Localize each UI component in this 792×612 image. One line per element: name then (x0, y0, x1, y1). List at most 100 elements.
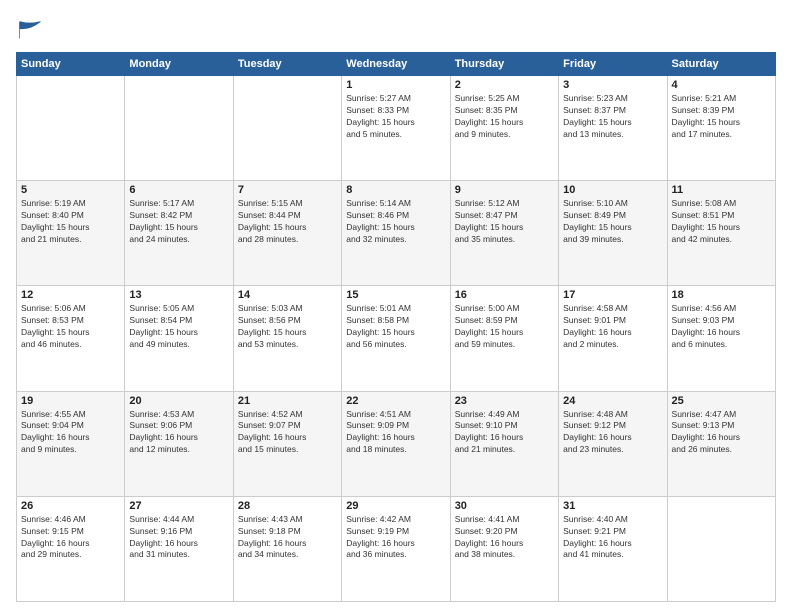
day-info: Sunrise: 5:05 AM Sunset: 8:54 PM Dayligh… (129, 303, 228, 351)
calendar-cell: 12Sunrise: 5:06 AM Sunset: 8:53 PM Dayli… (17, 286, 125, 391)
day-info: Sunrise: 5:25 AM Sunset: 8:35 PM Dayligh… (455, 93, 554, 141)
day-number: 28 (238, 500, 337, 512)
calendar-cell: 3 Sunrise: 5:23 AM Sunset: 8:37 PM Daylig… (559, 76, 667, 181)
calendar-cell (17, 76, 125, 181)
calendar-cell: 17 Sunrise: 4:58 AM Sunset: 9:01 PM Dayli… (559, 286, 667, 391)
calendar-cell: 8 Sunrise: 5:14 AM Sunset: 8:46 PM Daylig… (342, 181, 450, 286)
day-info: Sunrise: 5:23 AM Sunset: 8:37 PM Dayligh… (563, 93, 662, 141)
day-info: Sunrise: 5:27 AM Sunset: 8:33 PM Dayligh… (346, 93, 445, 141)
day-number: 22 (346, 395, 445, 407)
day-info: Sunrise: 5:10 AM Sunset: 8:49 PM Dayligh… (563, 198, 662, 246)
day-number: 10 (563, 184, 662, 196)
day-number: 2 (455, 79, 554, 91)
calendar-header: SundayMondayTuesdayWednesdayThursdayFrid… (17, 53, 776, 76)
day-info: Sunrise: 5:21 AM Sunset: 8:39 PM Dayligh… (672, 93, 771, 141)
calendar-cell: 28 Sunrise: 4:43 AM Sunset: 9:18 PM Dayli… (233, 496, 341, 601)
day-number: 27 (129, 500, 228, 512)
day-number: 7 (238, 184, 337, 196)
calendar-cell: 24Sunrise: 4:48 AM Sunset: 9:12 PM Dayli… (559, 391, 667, 496)
day-number: 31 (563, 500, 662, 512)
calendar-cell: 11 Sunrise: 5:08 AM Sunset: 8:51 PM Dayli… (667, 181, 775, 286)
day-info: Sunrise: 5:01 AM Sunset: 8:58 PM Dayligh… (346, 303, 445, 351)
day-number: 21 (238, 395, 337, 407)
weekday-header-saturday: Saturday (667, 53, 775, 76)
calendar-cell: 7Sunrise: 5:15 AM Sunset: 8:44 PM Daylig… (233, 181, 341, 286)
calendar-cell: 31 Sunrise: 4:40 AM Sunset: 9:21 PM Dayli… (559, 496, 667, 601)
day-info: Sunrise: 4:53 AM Sunset: 9:06 PM Dayligh… (129, 409, 228, 457)
day-number: 15 (346, 289, 445, 301)
calendar-cell: 2 Sunrise: 5:25 AM Sunset: 8:35 PM Daylig… (450, 76, 558, 181)
day-number: 29 (346, 500, 445, 512)
calendar-body: 1 Sunrise: 5:27 AM Sunset: 8:33 PM Daylig… (17, 76, 776, 602)
day-number: 1 (346, 79, 445, 91)
weekday-header-thursday: Thursday (450, 53, 558, 76)
day-info: Sunrise: 5:08 AM Sunset: 8:51 PM Dayligh… (672, 198, 771, 246)
calendar-week-3: 12Sunrise: 5:06 AM Sunset: 8:53 PM Dayli… (17, 286, 776, 391)
calendar-cell: 18 Sunrise: 4:56 AM Sunset: 9:03 PM Dayli… (667, 286, 775, 391)
calendar-cell: 13 Sunrise: 5:05 AM Sunset: 8:54 PM Dayli… (125, 286, 233, 391)
header (16, 16, 776, 44)
calendar-cell: 22 Sunrise: 4:51 AM Sunset: 9:09 PM Dayli… (342, 391, 450, 496)
page: SundayMondayTuesdayWednesdayThursdayFrid… (0, 0, 792, 612)
day-info: Sunrise: 5:17 AM Sunset: 8:42 PM Dayligh… (129, 198, 228, 246)
day-number: 26 (21, 500, 120, 512)
calendar-week-2: 5Sunrise: 5:19 AM Sunset: 8:40 PM Daylig… (17, 181, 776, 286)
general-blue-logo-icon (16, 16, 44, 44)
day-number: 20 (129, 395, 228, 407)
day-number: 19 (21, 395, 120, 407)
weekday-header-tuesday: Tuesday (233, 53, 341, 76)
day-info: Sunrise: 5:00 AM Sunset: 8:59 PM Dayligh… (455, 303, 554, 351)
calendar-cell: 15 Sunrise: 5:01 AM Sunset: 8:58 PM Dayli… (342, 286, 450, 391)
day-number: 9 (455, 184, 554, 196)
day-number: 8 (346, 184, 445, 196)
calendar-week-1: 1 Sunrise: 5:27 AM Sunset: 8:33 PM Daylig… (17, 76, 776, 181)
weekday-header-sunday: Sunday (17, 53, 125, 76)
calendar-cell: 5Sunrise: 5:19 AM Sunset: 8:40 PM Daylig… (17, 181, 125, 286)
day-number: 16 (455, 289, 554, 301)
calendar-cell: 19 Sunrise: 4:55 AM Sunset: 9:04 PM Dayli… (17, 391, 125, 496)
calendar-cell: 14Sunrise: 5:03 AM Sunset: 8:56 PM Dayli… (233, 286, 341, 391)
day-number: 4 (672, 79, 771, 91)
calendar-cell: 9Sunrise: 5:12 AM Sunset: 8:47 PM Daylig… (450, 181, 558, 286)
calendar-cell: 10 Sunrise: 5:10 AM Sunset: 8:49 PM Dayli… (559, 181, 667, 286)
day-info: Sunrise: 5:14 AM Sunset: 8:46 PM Dayligh… (346, 198, 445, 246)
calendar-cell: 1 Sunrise: 5:27 AM Sunset: 8:33 PM Daylig… (342, 76, 450, 181)
calendar-cell: 25Sunrise: 4:47 AM Sunset: 9:13 PM Dayli… (667, 391, 775, 496)
calendar-cell: 27 Sunrise: 4:44 AM Sunset: 9:16 PM Dayli… (125, 496, 233, 601)
day-info: Sunrise: 4:44 AM Sunset: 9:16 PM Dayligh… (129, 514, 228, 562)
calendar-cell (233, 76, 341, 181)
logo (16, 16, 48, 44)
day-number: 3 (563, 79, 662, 91)
day-number: 18 (672, 289, 771, 301)
day-info: Sunrise: 4:58 AM Sunset: 9:01 PM Dayligh… (563, 303, 662, 351)
calendar-cell: 6Sunrise: 5:17 AM Sunset: 8:42 PM Daylig… (125, 181, 233, 286)
day-info: Sunrise: 4:41 AM Sunset: 9:20 PM Dayligh… (455, 514, 554, 562)
day-info: Sunrise: 4:40 AM Sunset: 9:21 PM Dayligh… (563, 514, 662, 562)
day-info: Sunrise: 4:52 AM Sunset: 9:07 PM Dayligh… (238, 409, 337, 457)
day-info: Sunrise: 4:43 AM Sunset: 9:18 PM Dayligh… (238, 514, 337, 562)
day-info: Sunrise: 4:42 AM Sunset: 9:19 PM Dayligh… (346, 514, 445, 562)
day-number: 13 (129, 289, 228, 301)
day-number: 5 (21, 184, 120, 196)
day-info: Sunrise: 4:51 AM Sunset: 9:09 PM Dayligh… (346, 409, 445, 457)
day-number: 30 (455, 500, 554, 512)
calendar: SundayMondayTuesdayWednesdayThursdayFrid… (16, 52, 776, 602)
day-info: Sunrise: 4:46 AM Sunset: 9:15 PM Dayligh… (21, 514, 120, 562)
calendar-cell: 16 Sunrise: 5:00 AM Sunset: 8:59 PM Dayli… (450, 286, 558, 391)
weekday-header-wednesday: Wednesday (342, 53, 450, 76)
calendar-cell: 23Sunrise: 4:49 AM Sunset: 9:10 PM Dayli… (450, 391, 558, 496)
weekday-header-monday: Monday (125, 53, 233, 76)
day-info: Sunrise: 4:55 AM Sunset: 9:04 PM Dayligh… (21, 409, 120, 457)
day-number: 14 (238, 289, 337, 301)
day-number: 24 (563, 395, 662, 407)
day-info: Sunrise: 4:47 AM Sunset: 9:13 PM Dayligh… (672, 409, 771, 457)
weekday-header-friday: Friday (559, 53, 667, 76)
day-info: Sunrise: 4:56 AM Sunset: 9:03 PM Dayligh… (672, 303, 771, 351)
calendar-week-4: 19 Sunrise: 4:55 AM Sunset: 9:04 PM Dayli… (17, 391, 776, 496)
calendar-cell: 20 Sunrise: 4:53 AM Sunset: 9:06 PM Dayli… (125, 391, 233, 496)
calendar-cell: 29 Sunrise: 4:42 AM Sunset: 9:19 PM Dayli… (342, 496, 450, 601)
day-number: 23 (455, 395, 554, 407)
day-number: 17 (563, 289, 662, 301)
day-number: 11 (672, 184, 771, 196)
calendar-cell (125, 76, 233, 181)
